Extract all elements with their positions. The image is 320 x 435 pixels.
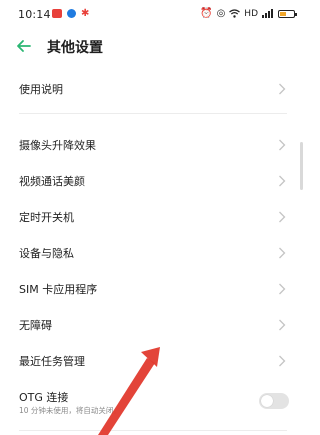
section-divider [19,113,287,114]
back-arrow-icon[interactable] [14,36,34,56]
chevron-right-icon [279,355,286,367]
chevron-right-icon [279,319,286,331]
settings-item-label: 使用说明 [19,83,63,96]
signal-icon [262,9,273,18]
status-time: 10:14 [18,8,51,21]
chevron-right-icon [279,139,286,151]
settings-item-video-call-beauty[interactable]: 视频通话美颜 [0,163,305,199]
chevron-right-icon [279,211,286,223]
network-type-label: HD [244,8,258,19]
settings-item-label: 最近任务管理 [19,355,85,368]
settings-item-scheduled-power[interactable]: 定时开关机 [0,199,305,235]
settings-item-sim-apps[interactable]: SIM 卡应用程序 [0,271,305,307]
settings-item-label: 设备与隐私 [19,247,74,260]
settings-item-label: 视频通话美颜 [19,175,85,188]
status-indicators: ⏰ ◎ HD [200,8,297,19]
app-notification-icon [67,9,76,18]
bottom-divider [19,430,287,431]
settings-item-label: SIM 卡应用程序 [19,283,98,296]
page-title: 其他设置 [47,40,103,56]
otg-title: OTG 连接 [19,391,69,404]
scrollbar[interactable] [300,142,303,190]
battery-level [280,11,286,16]
battery-icon [278,9,297,18]
chevron-right-icon [279,83,286,95]
settings-item-label: 定时开关机 [19,211,74,224]
settings-item-label: 无障碍 [19,319,52,332]
settings-item-device-privacy[interactable]: 设备与隐私 [0,235,305,271]
settings-screen: 10:14 ✱ ⏰ ◎ HD 其他设置 使用说明 摄像头升降效果 视频通话美颜 … [0,0,305,435]
chevron-right-icon [279,247,286,259]
settings-item-otg: OTG 连接 10 分钟未使用，将自动关闭。 [0,383,305,423]
alarm-icon: ⏰ [200,8,213,19]
status-bar: 10:14 ✱ ⏰ ◎ HD [0,0,305,28]
settings-item-recent-tasks[interactable]: 最近任务管理 [0,343,305,379]
settings-item-label: 摄像头升降效果 [19,139,96,152]
settings-item-instructions[interactable]: 使用说明 [0,71,305,107]
settings-item-camera-lift-effect[interactable]: 摄像头升降效果 [0,127,305,163]
notification-icons: ✱ [52,8,90,19]
app-header: 其他设置 [0,28,305,64]
message-notification-icon [52,9,62,18]
location-icon: ◎ [216,8,226,19]
chevron-right-icon [279,175,286,187]
toggle-knob [261,395,273,407]
star-notification-icon: ✱ [81,8,90,19]
otg-subtitle: 10 分钟未使用，将自动关闭。 [19,406,121,415]
settings-item-accessibility[interactable]: 无障碍 [0,307,305,343]
otg-toggle[interactable] [259,393,289,409]
wifi-icon [229,9,241,18]
chevron-right-icon [279,283,286,295]
